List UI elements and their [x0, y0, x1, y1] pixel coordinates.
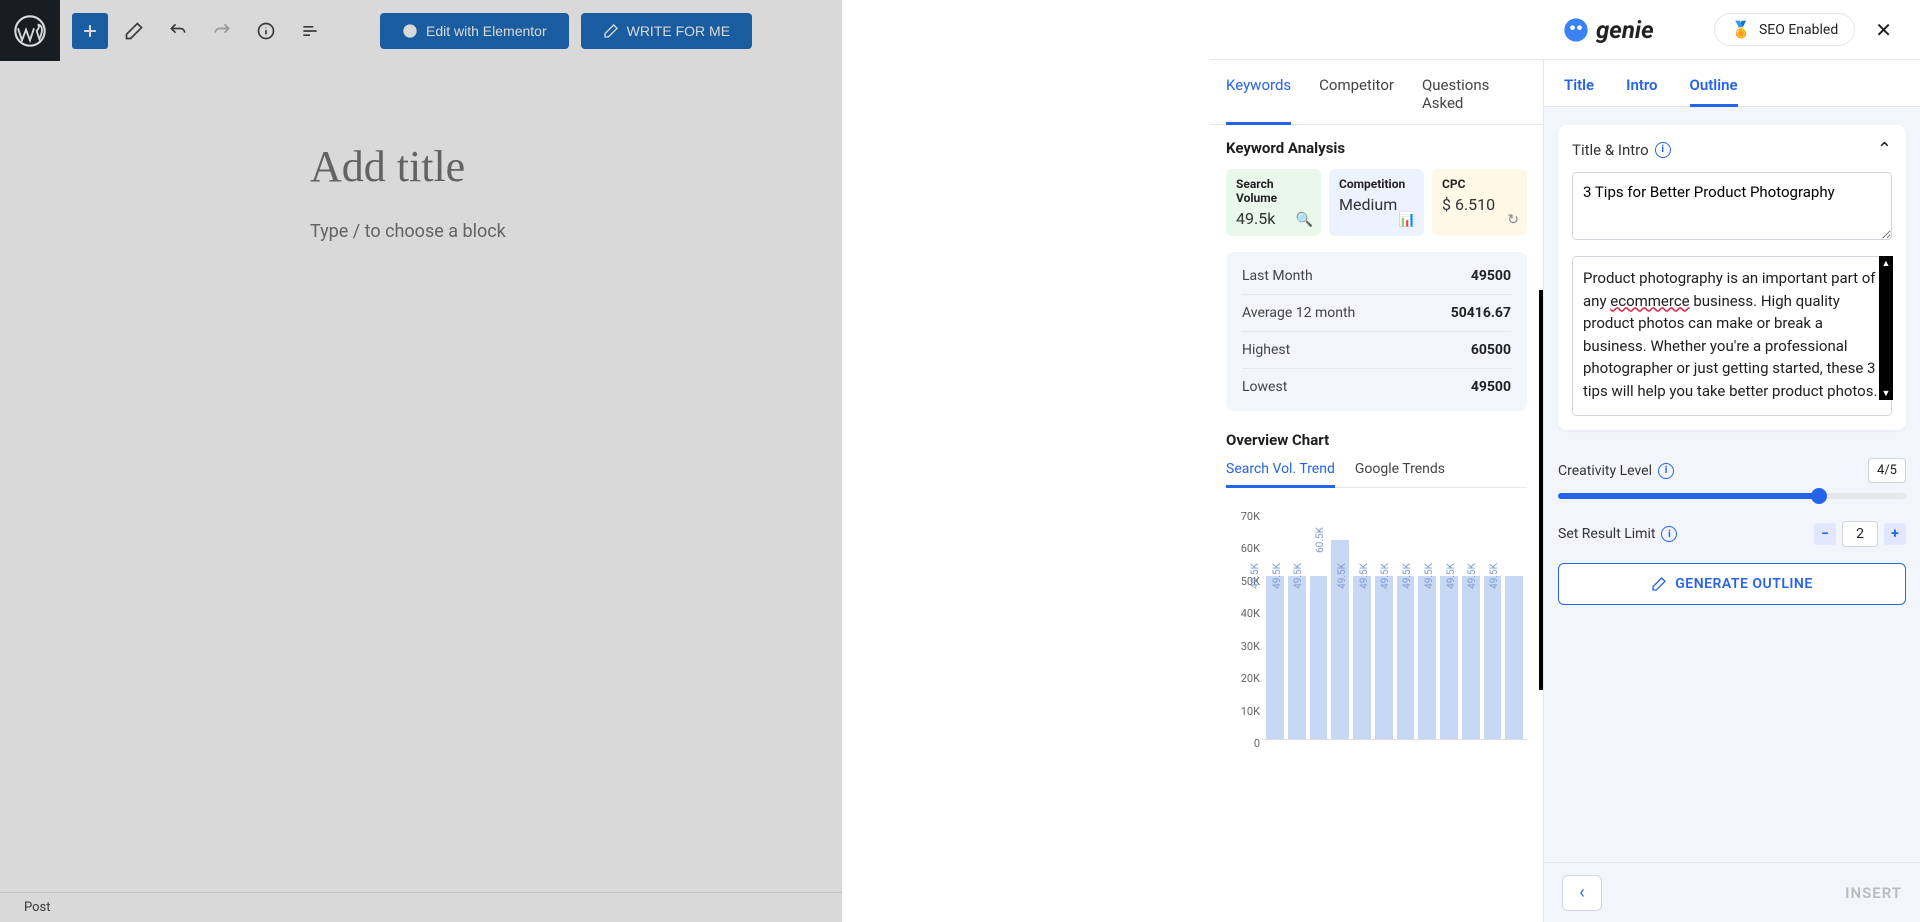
creativity-label: Creativity Leveli: [1558, 463, 1674, 479]
search-icon: 🔍: [1296, 212, 1313, 228]
stat-competition: Competition Medium 📊: [1329, 169, 1424, 236]
result-limit-stepper: − 2 +: [1814, 521, 1906, 547]
scroll-up-icon[interactable]: ▲: [1879, 256, 1893, 270]
chart-tabs: Search Vol. Trend Google Trends: [1226, 461, 1527, 488]
insert-button[interactable]: INSERT: [1845, 884, 1902, 902]
outline-tabs: Title Intro Outline: [1544, 60, 1920, 107]
modal-overlay: [0, 0, 842, 922]
info-icon[interactable]: i: [1655, 142, 1671, 158]
kw-analysis-title: Keyword Analysis: [1226, 139, 1527, 157]
tab-google-trends[interactable]: Google Trends: [1355, 461, 1445, 487]
keyword-tabs: Keywords Competitor Questions Asked: [1210, 60, 1543, 125]
tab-title[interactable]: Title: [1564, 76, 1594, 106]
scrollbar[interactable]: ▲ ▼: [1879, 256, 1893, 400]
keyword-column: Keywords Competitor Questions Asked Keyw…: [1210, 60, 1544, 922]
slider-thumb[interactable]: [1811, 488, 1827, 504]
tab-intro[interactable]: Intro: [1626, 76, 1657, 106]
stat-search-volume: Search Volume 49.5k 🔍: [1226, 169, 1321, 236]
genie-mascot-icon: [1562, 16, 1590, 44]
info-icon[interactable]: i: [1661, 526, 1677, 542]
tab-questions[interactable]: Questions Asked: [1422, 76, 1527, 124]
close-icon[interactable]: ✕: [1867, 14, 1900, 46]
outline-column: Title Intro Outline Title & Introi ⌃ Pro…: [1544, 60, 1920, 922]
kw-detail-box: Last Month49500 Average 12 month50416.67…: [1226, 252, 1527, 411]
seo-status-pill[interactable]: 🏅 SEO Enabled: [1714, 13, 1855, 46]
chevron-up-icon[interactable]: ⌃: [1877, 139, 1892, 160]
tab-competitor[interactable]: Competitor: [1319, 76, 1394, 124]
refresh-icon: ↻: [1507, 212, 1519, 228]
genie-logo: genie: [1562, 16, 1654, 44]
panel-footer: ‹ INSERT: [1544, 862, 1920, 922]
card-title: Title & Introi: [1572, 141, 1671, 159]
title-intro-card: Title & Introi ⌃ Product photography is …: [1558, 125, 1906, 430]
increment-button[interactable]: +: [1884, 523, 1906, 545]
seo-label: SEO Enabled: [1759, 22, 1838, 38]
intro-input[interactable]: Product photography is an important part…: [1572, 256, 1892, 416]
search-trend-chart: 70K60K50K40K30K20K10K0 49.5K49.5K49.5K60…: [1226, 500, 1527, 780]
stat-cpc: CPC $ 6.510 ↻: [1432, 169, 1527, 236]
tab-search-trend[interactable]: Search Vol. Trend: [1226, 461, 1335, 487]
pencil-icon: [1651, 576, 1667, 592]
overview-chart-title: Overview Chart: [1226, 431, 1527, 449]
generate-outline-button[interactable]: GENERATE OUTLINE: [1558, 563, 1906, 605]
scroll-down-icon[interactable]: ▼: [1879, 386, 1893, 400]
info-icon[interactable]: i: [1658, 463, 1674, 479]
tab-keywords[interactable]: Keywords: [1226, 76, 1291, 124]
genie-panel: genie 🏅 SEO Enabled ✕ Keywords Competito…: [1210, 0, 1920, 922]
title-input[interactable]: [1572, 172, 1892, 240]
bars-icon: 📊: [1399, 212, 1416, 228]
tab-outline[interactable]: Outline: [1690, 76, 1738, 106]
seo-badge-icon: 🏅: [1731, 20, 1751, 39]
back-button[interactable]: ‹: [1562, 875, 1602, 911]
creativity-value: 4/5: [1868, 458, 1906, 483]
panel-header: genie 🏅 SEO Enabled ✕: [1210, 0, 1920, 60]
result-limit-value[interactable]: 2: [1842, 521, 1878, 547]
result-limit-label: Set Result Limiti: [1558, 526, 1677, 542]
creativity-slider[interactable]: [1558, 493, 1906, 499]
decrement-button[interactable]: −: [1814, 523, 1836, 545]
